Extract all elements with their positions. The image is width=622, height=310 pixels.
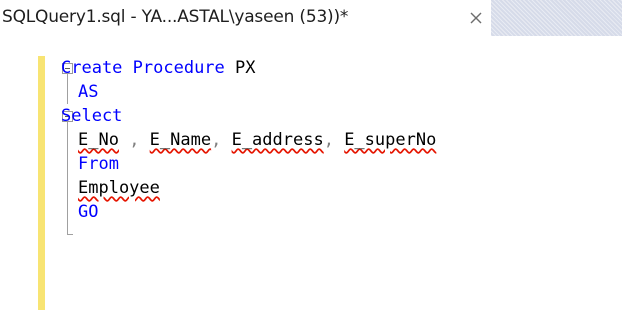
outline-guide <box>67 122 68 234</box>
code-line[interactable]: Select <box>61 104 122 128</box>
outline-guide-end <box>67 234 73 235</box>
sql-punctuation: , <box>118 130 150 150</box>
close-icon[interactable] <box>466 8 486 28</box>
unsaved-changes-bar <box>38 56 45 310</box>
code-line[interactable]: GO <box>78 200 98 224</box>
document-tab-strip: SQLQuery1.sql - YA...ASTAL\yaseen (53))* <box>0 0 622 36</box>
tab-strip-empty-area <box>491 0 622 36</box>
sql-keyword: Create <box>61 58 133 78</box>
sql-punctuation: , <box>323 130 345 150</box>
sql-identifier: E_superNo <box>344 130 437 150</box>
code-line[interactable]: E_No , E_Name, E_address, E_superNo <box>78 128 436 152</box>
sql-keyword: AS <box>78 82 99 102</box>
sql-identifier: E_Name <box>149 130 212 150</box>
sql-identifier: Employee <box>78 178 160 198</box>
sql-keyword: Procedure <box>132 58 225 78</box>
sql-keyword: From <box>78 154 119 174</box>
code-line[interactable]: Create Procedure PX <box>61 56 256 80</box>
code-line[interactable]: From <box>78 152 119 176</box>
code-line[interactable]: AS <box>78 80 98 104</box>
sql-identifier: E_No <box>78 130 119 150</box>
sql-keyword: GO <box>78 202 99 222</box>
sql-identifier: PX <box>224 58 256 78</box>
query-tab[interactable]: SQLQuery1.sql - YA...ASTAL\yaseen (53))* <box>0 0 491 36</box>
sql-identifier: E_address <box>231 130 324 150</box>
tab-title: SQLQuery1.sql - YA...ASTAL\yaseen (53))* <box>2 7 349 27</box>
sql-keyword: Select <box>61 106 123 126</box>
code-editor[interactable]: Create Procedure PX AS Select E_No , E_Name… <box>0 36 622 310</box>
code-line[interactable]: Employee <box>78 176 160 200</box>
sql-punctuation: , <box>211 130 232 150</box>
